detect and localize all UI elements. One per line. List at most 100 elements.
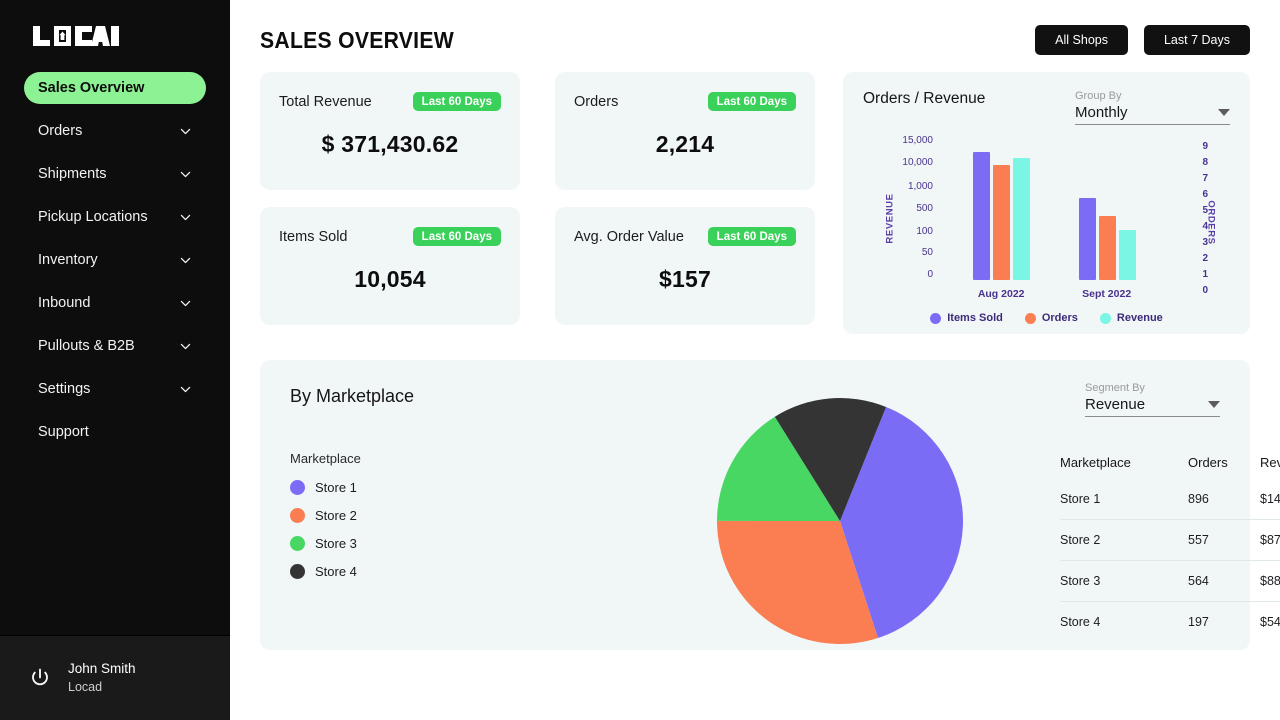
- kpi-grid: Total Revenue Last 60 Days $ 371,430.62 …: [260, 72, 815, 334]
- all-shops-button[interactable]: All Shops: [1035, 25, 1128, 55]
- sidebar-item-settings[interactable]: Settings: [24, 373, 206, 405]
- table-row[interactable]: Store 1 896 $140,672.30 5,682: [1060, 492, 1280, 520]
- table-row[interactable]: Store 2 557 $87,449.00 2,465: [1060, 520, 1280, 561]
- chevron-down-icon[interactable]: [1218, 109, 1230, 116]
- group-by-label: Group By: [1075, 90, 1230, 102]
- legend-label: Store 1: [315, 480, 357, 495]
- y2-tick: 5: [1202, 205, 1208, 216]
- bar-series-area: [949, 135, 1160, 280]
- legend-label: Items Sold: [947, 312, 1003, 324]
- sidebar: Sales Overview Orders Shipments Pickup L…: [0, 0, 230, 720]
- y-axis-ticks-left: 15,000 10,000 1,000 500 100 50 0: [881, 135, 933, 280]
- segment-by-select[interactable]: Segment By Revenue: [1085, 382, 1220, 417]
- legend-swatch-icon: [290, 480, 305, 495]
- bar-group-aug-2022: [973, 135, 1030, 280]
- cell-marketplace: Store 1: [1060, 492, 1188, 520]
- sidebar-item-label: Orders: [38, 123, 82, 139]
- kpi-header: Total Revenue Last 60 Days: [279, 92, 501, 111]
- marketplace-pie-chart: [715, 396, 965, 651]
- table-row[interactable]: Store 3 564 $88,548.12 1,203: [1060, 561, 1280, 602]
- y-tick: 0: [927, 269, 933, 280]
- group-by-select[interactable]: Group By Monthly: [1075, 90, 1230, 125]
- chevron-down-icon: [179, 125, 192, 138]
- chevron-down-icon: [179, 211, 192, 224]
- pie-svg: [715, 396, 965, 646]
- y-tick: 1,000: [908, 181, 933, 192]
- brand-logo[interactable]: [0, 0, 230, 62]
- table-header-row: Marketplace Orders Revenue Items Sold: [1060, 455, 1280, 492]
- bar-revenue: [1013, 158, 1030, 280]
- sidebar-item-inventory[interactable]: Inventory: [24, 244, 206, 276]
- legend-label: Store 4: [315, 564, 357, 579]
- page-header: SALES OVERVIEW All Shops Last 7 Days: [260, 0, 1250, 72]
- user-name: John Smith: [68, 660, 136, 678]
- y2-tick: 0: [1202, 285, 1208, 296]
- y2-tick: 3: [1202, 237, 1208, 248]
- table-row[interactable]: Store 4 197 $54,761.20 694: [1060, 602, 1280, 643]
- power-icon[interactable]: [28, 666, 52, 690]
- segment-by-control[interactable]: Revenue: [1085, 396, 1220, 417]
- kpi-card-items-sold: Items Sold Last 60 Days 10,054: [260, 207, 520, 325]
- sidebar-item-sales-overview[interactable]: Sales Overview: [24, 72, 206, 104]
- y-tick: 50: [922, 247, 933, 258]
- header-actions: All Shops Last 7 Days: [1035, 25, 1250, 55]
- kpi-title: Total Revenue: [279, 94, 372, 110]
- legend-label: Store 2: [315, 508, 357, 523]
- y-tick: 10,000: [902, 157, 933, 168]
- legend-item-items-sold[interactable]: Items Sold: [930, 312, 1003, 324]
- x-axis-labels: Aug 2022 Sept 2022: [949, 288, 1160, 300]
- main-content: SALES OVERVIEW All Shops Last 7 Days Tot…: [230, 0, 1280, 720]
- y2-tick: 1: [1202, 269, 1208, 280]
- bar-group-sept-2022: [1079, 135, 1136, 280]
- cell-revenue: $88,548.12: [1260, 561, 1280, 602]
- y-tick: 500: [916, 203, 933, 214]
- chevron-down-icon: [179, 168, 192, 181]
- orders-revenue-chart-card: Orders / Revenue Group By Monthly REVENU…: [843, 72, 1250, 334]
- bar-items-sold: [973, 152, 990, 280]
- sidebar-item-support[interactable]: Support: [24, 416, 206, 448]
- bar-plot: REVENUE ORDERS 15,000 10,000 1,000 500 1…: [863, 135, 1230, 310]
- kpi-badge: Last 60 Days: [708, 227, 796, 246]
- segment-by-value: Revenue: [1085, 396, 1145, 413]
- sidebar-item-label: Pickup Locations: [38, 209, 148, 225]
- y-tick: 100: [916, 226, 933, 237]
- kpi-header: Items Sold Last 60 Days: [279, 227, 501, 246]
- y2-tick: 4: [1202, 221, 1208, 232]
- sidebar-item-pickup-locations[interactable]: Pickup Locations: [24, 201, 206, 233]
- kpi-card-avg-order-value: Avg. Order Value Last 60 Days $157: [555, 207, 815, 325]
- sidebar-user-profile[interactable]: John Smith Locad: [0, 636, 230, 720]
- y2-tick: 7: [1202, 173, 1208, 184]
- overview-row: Total Revenue Last 60 Days $ 371,430.62 …: [260, 72, 1250, 334]
- kpi-value: $157: [574, 266, 796, 293]
- cell-orders: 197: [1188, 602, 1260, 643]
- chevron-down-icon[interactable]: [1208, 401, 1220, 408]
- sidebar-item-shipments[interactable]: Shipments: [24, 158, 206, 190]
- kpi-card-orders: Orders Last 60 Days 2,214: [555, 72, 815, 190]
- kpi-title: Avg. Order Value: [574, 229, 684, 245]
- user-text: John Smith Locad: [68, 660, 136, 695]
- y-axis-ticks-right: 9 8 7 6 5 4 3 2 1 0: [1188, 141, 1208, 296]
- cell-orders: 557: [1188, 520, 1260, 561]
- kpi-badge: Last 60 Days: [708, 92, 796, 111]
- kpi-badge: Last 60 Days: [413, 92, 501, 111]
- legend-item-revenue[interactable]: Revenue: [1100, 312, 1163, 324]
- bar-revenue: [1119, 230, 1136, 280]
- sidebar-item-label: Pullouts & B2B: [38, 338, 135, 354]
- chart-header: Orders / Revenue Group By Monthly: [863, 90, 1230, 125]
- legend-item-orders[interactable]: Orders: [1025, 312, 1078, 324]
- y-tick: 15,000: [902, 135, 933, 146]
- segment-by-label: Segment By: [1085, 382, 1220, 394]
- kpi-value: $ 371,430.62: [279, 131, 501, 158]
- sidebar-item-orders[interactable]: Orders: [24, 115, 206, 147]
- sidebar-item-inbound[interactable]: Inbound: [24, 287, 206, 319]
- date-range-button[interactable]: Last 7 Days: [1144, 25, 1250, 55]
- group-by-control[interactable]: Monthly: [1075, 104, 1230, 125]
- legend-swatch-icon: [1025, 313, 1036, 324]
- chevron-down-icon: [179, 297, 192, 310]
- sidebar-item-pullouts-b2b[interactable]: Pullouts & B2B: [24, 330, 206, 362]
- cell-revenue: $87,449.00: [1260, 520, 1280, 561]
- chevron-down-icon: [179, 254, 192, 267]
- legend-swatch-icon: [290, 508, 305, 523]
- sidebar-item-label: Settings: [38, 381, 90, 397]
- column-header-orders: Orders: [1188, 455, 1260, 492]
